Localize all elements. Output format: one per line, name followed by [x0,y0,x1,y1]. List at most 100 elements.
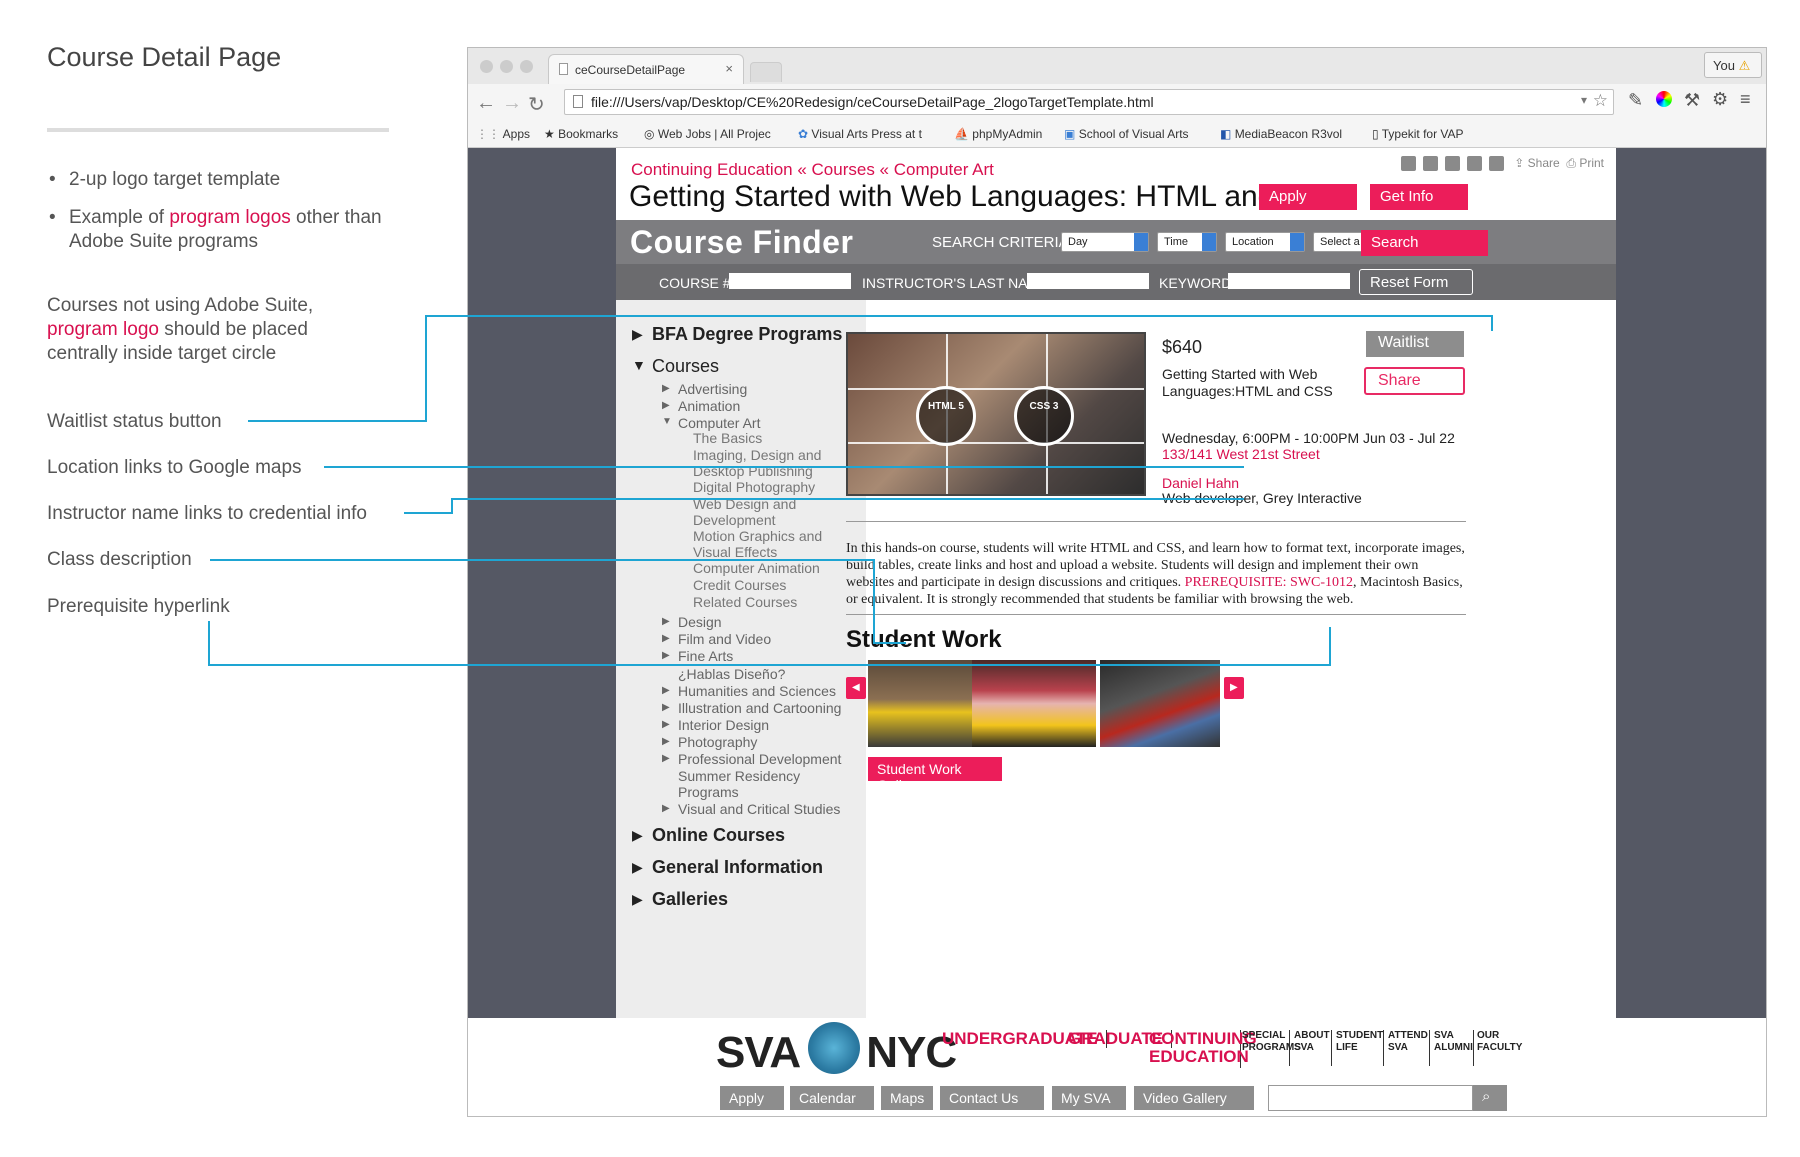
footer-calendar-button[interactable]: Calendar [790,1086,874,1110]
footer-nav-about[interactable]: ABOUT SVA [1294,1030,1332,1066]
footer-nav-special[interactable]: SPECIAL PROGRAMS [1242,1030,1301,1066]
bookmark-mediabeacon[interactable]: ◧ MediaBeacon R3vol [1220,127,1342,141]
waitlist-button[interactable]: Waitlist [1366,331,1464,357]
print-link[interactable]: ⎙ Print [1566,156,1604,170]
carousel-next-arrow-icon[interactable]: ▶ [1224,677,1244,699]
new-tab-button[interactable] [750,62,782,82]
bookmark-apps[interactable]: ⋮⋮ Apps [476,127,530,141]
footer-nav-continuing-ed[interactable]: CONTINUING EDUCATION [1149,1030,1257,1068]
sidebar-item-photography[interactable]: Photography [678,734,757,750]
youtube-icon[interactable] [1466,156,1482,172]
time-select[interactable]: Time [1157,232,1217,252]
forward-arrow-icon[interactable]: → [502,92,522,115]
sidebar-item-general[interactable]: General Information [652,857,823,878]
expand-triangle-icon[interactable]: ▶ [662,736,670,747]
footer-search-input[interactable] [1268,1085,1473,1111]
sidebar-item-film[interactable]: Film and Video [678,631,771,647]
search-button[interactable]: Search [1361,230,1488,256]
menu-icon[interactable]: ≡ [1740,89,1751,110]
expand-triangle-icon[interactable]: ▶ [662,616,670,627]
extension-tool-icon[interactable]: ⚒ [1684,90,1700,111]
prerequisite-link[interactable]: PREREQUISITE: SWC-1012 [1185,575,1353,590]
expand-triangle-icon[interactable]: ▶ [662,685,670,696]
sidebar-item-online[interactable]: Online Courses [652,825,785,846]
sidebar-item-humanities[interactable]: Humanities and Sciences [678,683,836,699]
sidebar-item-visual-critical[interactable]: Visual and Critical Studies [678,801,840,817]
sidebar-item-web-design[interactable]: Web Design and Development [693,496,843,528]
browser-tab[interactable]: ceCourseDetailPage × [548,54,744,84]
address-bar[interactable]: file:///Users/vap/Desktop/CE%20Redesign/… [564,89,1614,115]
footer-nav-alumni[interactable]: SVA ALUMNI [1434,1030,1474,1066]
expand-triangle-icon[interactable]: ▶ [632,891,643,908]
collapse-triangle-icon[interactable]: ▼ [662,416,672,427]
location-select[interactable]: Location [1225,232,1305,252]
sidebar-item-motion-graphics[interactable]: Motion Graphics and Visual Effects [693,528,843,560]
footer-maps-button[interactable]: Maps [881,1086,933,1110]
bookmark-star-icon[interactable]: ☆ [1593,91,1608,111]
facebook-icon[interactable] [1400,156,1416,172]
footer-nav-faculty[interactable]: OUR FACULTY [1477,1030,1522,1066]
tumblr-icon[interactable] [1488,156,1504,172]
expand-triangle-icon[interactable]: ▶ [662,650,670,661]
sidebar-item-animation[interactable]: Animation [678,398,740,414]
student-work-gallery-button[interactable]: Student Work Gallery [868,757,1002,793]
sidebar-item-fine-arts[interactable]: Fine Arts [678,648,733,664]
eyedropper-icon[interactable]: ✎ [1628,90,1643,111]
sidebar-item-digital-photo[interactable]: Digital Photography [693,479,843,495]
tab-close-icon[interactable]: × [725,61,733,76]
share-button[interactable]: Share [1364,367,1465,395]
get-info-button[interactable]: Get Info [1370,184,1468,210]
sidebar-item-hablas[interactable]: ¿Hablas Diseño? [678,666,785,682]
expand-triangle-icon[interactable]: ▶ [662,400,670,411]
apply-button[interactable]: Apply [1259,184,1357,210]
twitter-icon[interactable] [1422,156,1438,172]
breadcrumb[interactable]: Continuing Education « Courses « Compute… [631,160,994,180]
dropdown-arrow-icon[interactable]: ▾ [1581,93,1587,107]
search-icon[interactable]: ⌕ [1473,1085,1507,1111]
window-zoom-dot[interactable] [520,60,533,73]
sidebar-item-galleries[interactable]: Galleries [652,889,728,910]
sidebar-item-the-basics[interactable]: The Basics [693,430,843,446]
student-work-thumbnail[interactable] [1100,660,1220,747]
reset-form-button[interactable]: Reset Form [1359,269,1473,295]
vimeo-icon[interactable] [1444,156,1460,172]
sidebar-item-imaging[interactable]: Imaging, Design and Desktop Publishing [693,447,843,479]
carousel-prev-arrow-icon[interactable]: ◀ [846,677,866,699]
profile-button[interactable]: You ⚠ [1704,52,1762,78]
location-link[interactable]: 133/141 West 21st Street [1162,446,1320,462]
course-number-input[interactable] [729,273,851,289]
day-select[interactable]: Day [1061,232,1149,252]
sidebar-item-advertising[interactable]: Advertising [678,381,747,397]
share-link[interactable]: ⇪ Share [1514,156,1559,170]
expand-triangle-icon[interactable]: ▶ [632,326,643,343]
bookmark-visual-arts-press[interactable]: ✿ Visual Arts Press at t [798,127,922,141]
footer-nav-attend[interactable]: ATTEND SVA [1388,1030,1430,1066]
sidebar-item-computer-animation[interactable]: Computer Animation [693,560,843,576]
color-wheel-icon[interactable] [1656,91,1672,107]
sidebar-item-computer-art[interactable]: Computer Art [678,415,760,431]
expand-triangle-icon[interactable]: ▶ [662,803,670,814]
instructor-name-input[interactable] [1027,273,1149,289]
keyword-input[interactable] [1228,273,1350,289]
student-work-thumbnail[interactable] [972,660,1096,747]
instructor-link[interactable]: Daniel Hahn [1162,475,1239,491]
expand-triangle-icon[interactable]: ▶ [662,753,670,764]
expand-triangle-icon[interactable]: ▶ [662,383,670,394]
footer-video-gallery-button[interactable]: Video Gallery [1134,1086,1254,1110]
bookmark-bookmarks[interactable]: ★ Bookmarks [544,127,618,141]
settings-gear-icon[interactable]: ⚙ [1712,89,1728,110]
window-minimize-dot[interactable] [500,60,513,73]
sidebar-item-illustration[interactable]: Illustration and Cartooning [678,700,841,716]
window-close-dot[interactable] [480,60,493,73]
program-logos-link[interactable]: program logos [169,207,290,228]
expand-triangle-icon[interactable]: ▶ [632,827,643,844]
expand-triangle-icon[interactable]: ▶ [662,633,670,644]
back-arrow-icon[interactable]: ← [476,92,496,115]
footer-apply-button[interactable]: Apply [720,1086,784,1110]
bookmark-phpmyadmin[interactable]: ⛵ phpMyAdmin [954,127,1042,141]
sidebar-item-related-courses[interactable]: Related Courses [693,594,843,610]
sidebar-item-courses[interactable]: Courses [652,356,719,377]
sidebar-item-summer[interactable]: Summer Residency Programs [678,768,818,800]
sidebar-item-design[interactable]: Design [678,614,722,630]
expand-triangle-icon[interactable]: ▶ [662,719,670,730]
